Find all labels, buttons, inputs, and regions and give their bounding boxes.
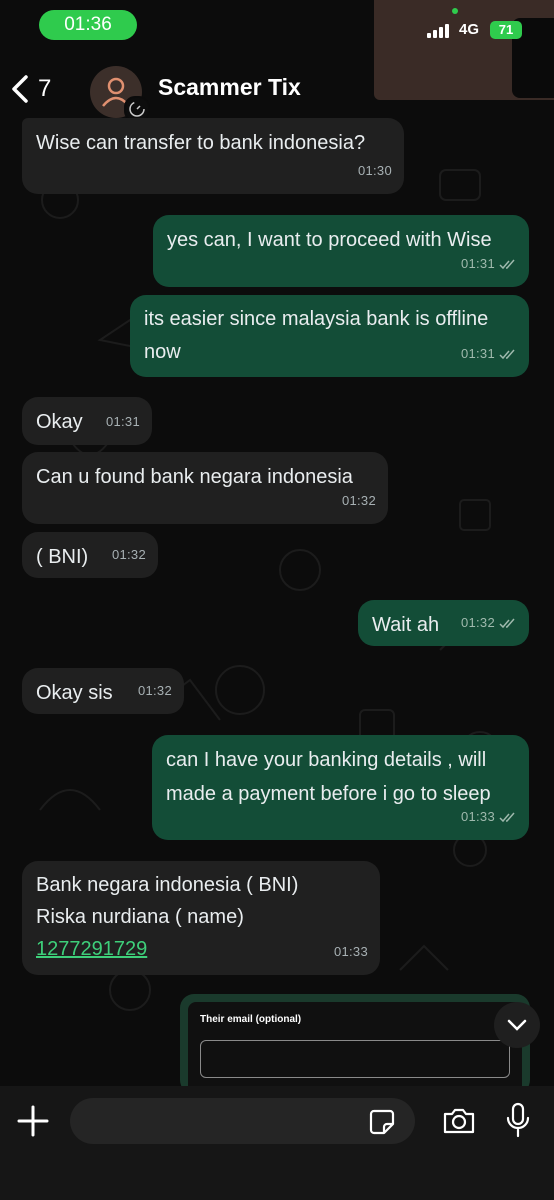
account-number-link[interactable]: 1277291729 (36, 933, 366, 965)
message-bubble-outgoing[interactable]: yes can, I want to proceed with Wise 01:… (153, 215, 529, 287)
message-bubble-incoming[interactable]: Okay 01:31 (22, 397, 152, 445)
message-bubble-outgoing[interactable]: Wait ah 01:32 (358, 600, 529, 646)
message-bubble-incoming[interactable]: ( BNI) 01:32 (22, 532, 158, 578)
message-time: 01:33 (460, 809, 495, 824)
chevron-left-icon (12, 75, 28, 103)
camera-icon (443, 1108, 475, 1134)
message-input[interactable] (70, 1098, 415, 1144)
message-input-bar (0, 1086, 554, 1200)
message-bubble-incoming[interactable]: Wise can transfer to bank indonesia? 01:… (22, 118, 404, 194)
message-bubble-outgoing[interactable]: can I have your banking details , will m… (152, 735, 529, 840)
contact-name[interactable]: Scammer Tix (158, 74, 301, 101)
message-time: 01:32 (341, 493, 376, 508)
message-time: 01:31 (105, 414, 140, 429)
network-type: 4G (459, 21, 480, 38)
message-text: Wise can transfer to bank indonesia? (36, 132, 366, 154)
microphone-icon (506, 1102, 530, 1138)
image-message-preview[interactable]: Their email (optional) (180, 994, 530, 1094)
chat-header: 7 Scammer Tix (0, 60, 554, 122)
message-time: 01:30 (357, 163, 392, 178)
message-time: 01:32 (111, 547, 146, 562)
message-text: its easier since malaysia bank is offlin… (144, 308, 489, 363)
read-receipt-icon (499, 812, 515, 822)
message-time: 01:32 (137, 683, 172, 698)
message-time: 01:32 (460, 615, 495, 630)
attach-button[interactable] (16, 1104, 50, 1143)
message-bubble-incoming[interactable]: Okay sis 01:32 (22, 668, 184, 714)
message-bubble-outgoing[interactable]: its easier since malaysia bank is offlin… (130, 295, 529, 377)
signal-icon (427, 24, 449, 38)
camera-indicator-icon (452, 8, 458, 14)
read-receipt-icon (499, 618, 515, 628)
sticker-button[interactable] (368, 1108, 396, 1141)
chevron-down-icon (507, 1019, 527, 1031)
plus-icon (17, 1105, 49, 1137)
message-bubble-incoming[interactable]: Can u found bank negara indonesia 01:32 (22, 452, 388, 524)
read-receipt-icon (499, 349, 515, 359)
sticker-icon (369, 1109, 395, 1135)
scroll-to-bottom-button[interactable] (494, 1002, 540, 1048)
message-text: Can u found bank negara indonesia (36, 466, 353, 488)
message-time: 01:33 (333, 944, 368, 959)
battery-level: 71 (490, 21, 522, 39)
voice-message-button[interactable] (506, 1102, 530, 1145)
read-receipt-icon (499, 259, 515, 269)
unread-count: 7 (38, 75, 52, 102)
message-bubble-incoming[interactable]: Bank negara indonesia ( BNI) Riska nurdi… (22, 861, 380, 975)
camera-button[interactable] (441, 1106, 477, 1141)
message-time: 01:31 (460, 346, 495, 361)
status-time: 01:36 (39, 10, 137, 40)
back-button[interactable]: 7 (10, 74, 51, 104)
message-time: 01:31 (460, 256, 495, 271)
message-text: Bank negara indonesia ( BNI) Riska nurdi… (36, 874, 299, 928)
form-label: Their email (optional) (200, 1014, 302, 1025)
email-field-preview (200, 1040, 510, 1078)
